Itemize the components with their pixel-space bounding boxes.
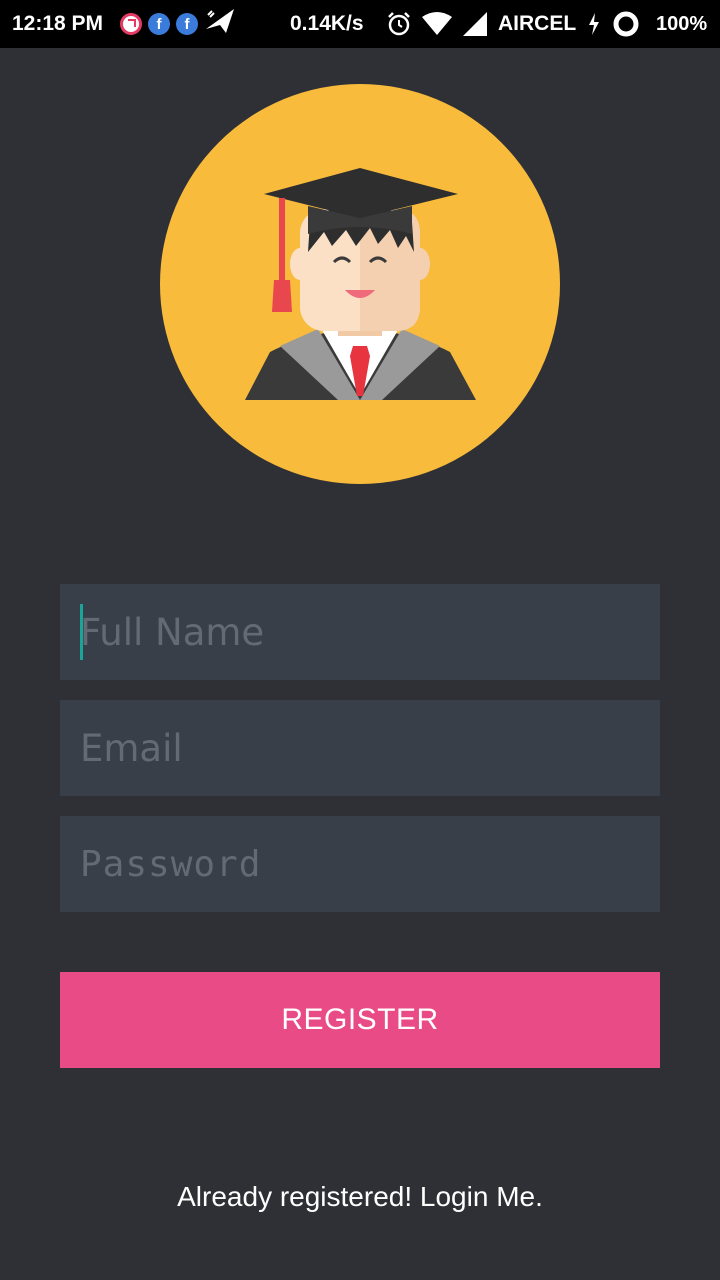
login-link[interactable]: Already registered! Login Me. bbox=[0, 1172, 720, 1222]
signal-icon bbox=[462, 0, 488, 48]
battery-ring-icon bbox=[612, 0, 640, 48]
email-field[interactable] bbox=[60, 700, 660, 796]
full-name-input[interactable] bbox=[80, 610, 640, 654]
network-speed: 0.14K/s bbox=[290, 12, 364, 35]
password-input[interactable] bbox=[80, 843, 640, 885]
full-name-field[interactable] bbox=[60, 584, 660, 680]
facebook-icon: f bbox=[176, 13, 198, 35]
status-time: 12:18 PM bbox=[12, 12, 104, 35]
charging-icon bbox=[588, 0, 600, 48]
clock-notification-icon bbox=[120, 13, 142, 35]
text-cursor bbox=[80, 604, 83, 660]
facebook-icon: f bbox=[148, 13, 170, 35]
email-input[interactable] bbox=[80, 726, 640, 770]
battery-percent: 100% bbox=[656, 12, 708, 35]
password-field[interactable] bbox=[60, 816, 660, 912]
notification-icons: f f bbox=[120, 0, 238, 48]
carrier-name: AIRCEL bbox=[498, 12, 577, 35]
wifi-icon bbox=[422, 0, 452, 48]
graduate-avatar-icon bbox=[160, 84, 560, 484]
airplane-icon bbox=[204, 7, 238, 41]
register-button[interactable]: REGISTER bbox=[60, 972, 660, 1068]
status-bar: 12:18 PM f f 0.14K/s AIRCEL 100% bbox=[0, 0, 720, 48]
alarm-icon bbox=[386, 0, 412, 48]
